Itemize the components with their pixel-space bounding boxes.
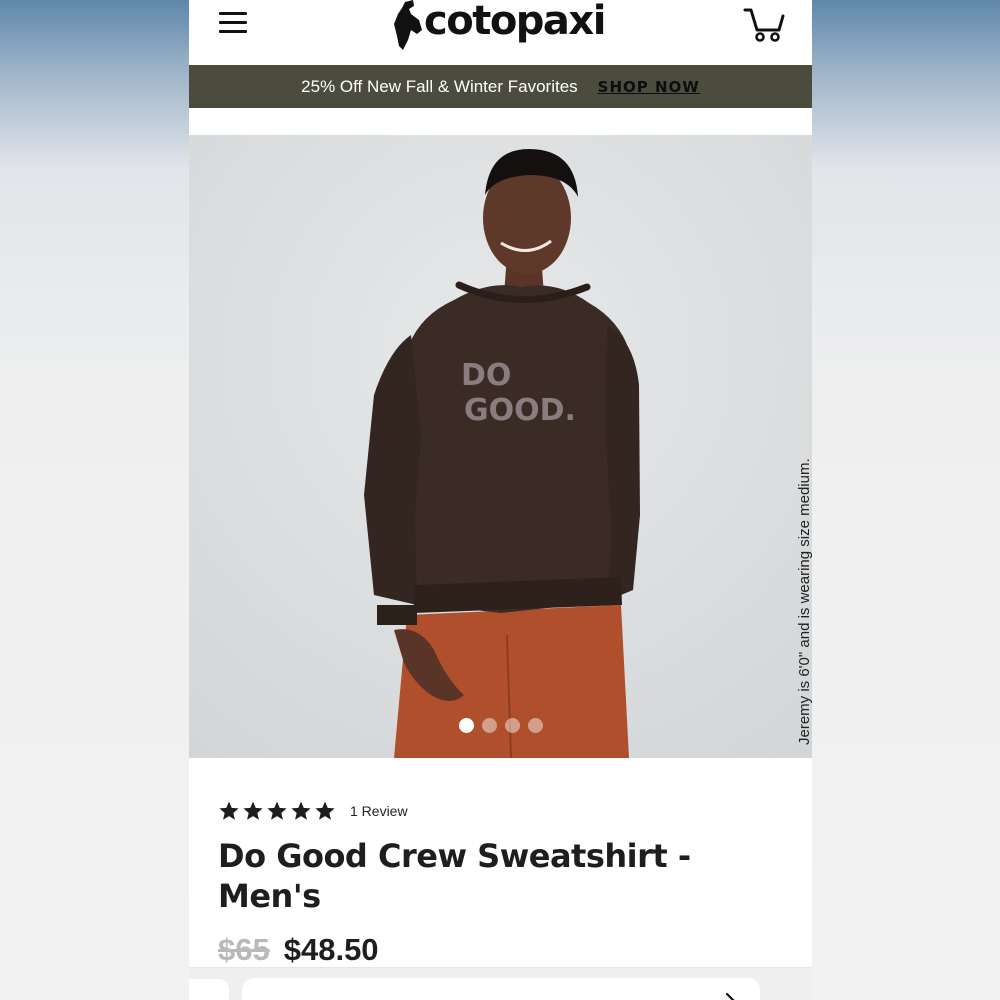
product-title: Do Good Crew Sweatshirt - Men's (218, 836, 778, 916)
star-icon (291, 801, 311, 820)
site-header: cotopaxi (189, 0, 812, 65)
star-rating[interactable] (218, 800, 336, 822)
promo-text: 25% Off New Fall & Winter Favorites (301, 76, 578, 96)
product-title-line2: Men's (218, 877, 321, 915)
bottom-action-button[interactable] (242, 978, 760, 1000)
chevron-right-icon (725, 992, 735, 1000)
original-price: $65 (218, 932, 270, 967)
shopping-cart-icon[interactable] (743, 4, 787, 44)
shirt-graphic-line1: DO (461, 358, 511, 393)
shop-now-link[interactable]: SHOP NOW (598, 78, 700, 96)
brand-wordmark: cotopaxi (424, 0, 606, 44)
product-page: cotopaxi 25% Off New Fall & Winter Favor… (189, 0, 812, 1000)
brand-logo[interactable]: cotopaxi (389, 0, 619, 52)
sale-price: $48.50 (283, 932, 379, 967)
star-icon (243, 801, 263, 820)
carousel-dot-2[interactable] (482, 718, 497, 733)
promo-banner: 25% Off New Fall & Winter Favorites SHOP… (189, 65, 812, 108)
llama-logo-icon (394, 0, 422, 50)
product-photo: DO GOOD. (189, 135, 812, 758)
model-size-caption: Jeremy is 6'0" and is wearing size mediu… (796, 458, 812, 745)
product-title-line1: Do Good Crew Sweatshirt - (218, 837, 691, 875)
carousel-dot-4[interactable] (528, 718, 543, 733)
star-icon (219, 801, 239, 820)
carousel-dot-3[interactable] (505, 718, 520, 733)
star-icon (267, 801, 287, 820)
hamburger-menu-icon[interactable] (217, 10, 249, 36)
star-icon (315, 801, 335, 820)
bottom-left-button[interactable] (189, 979, 229, 1000)
carousel-dot-1[interactable] (459, 718, 474, 733)
product-price: $65 $48.50 (218, 932, 379, 968)
shirt-graphic-line2: GOOD. (464, 393, 576, 428)
product-rating: 1 Review (218, 800, 408, 822)
review-count-link[interactable]: 1 Review (350, 803, 408, 819)
carousel-indicators (459, 718, 543, 733)
product-image-carousel[interactable]: DO GOOD. (189, 135, 812, 758)
